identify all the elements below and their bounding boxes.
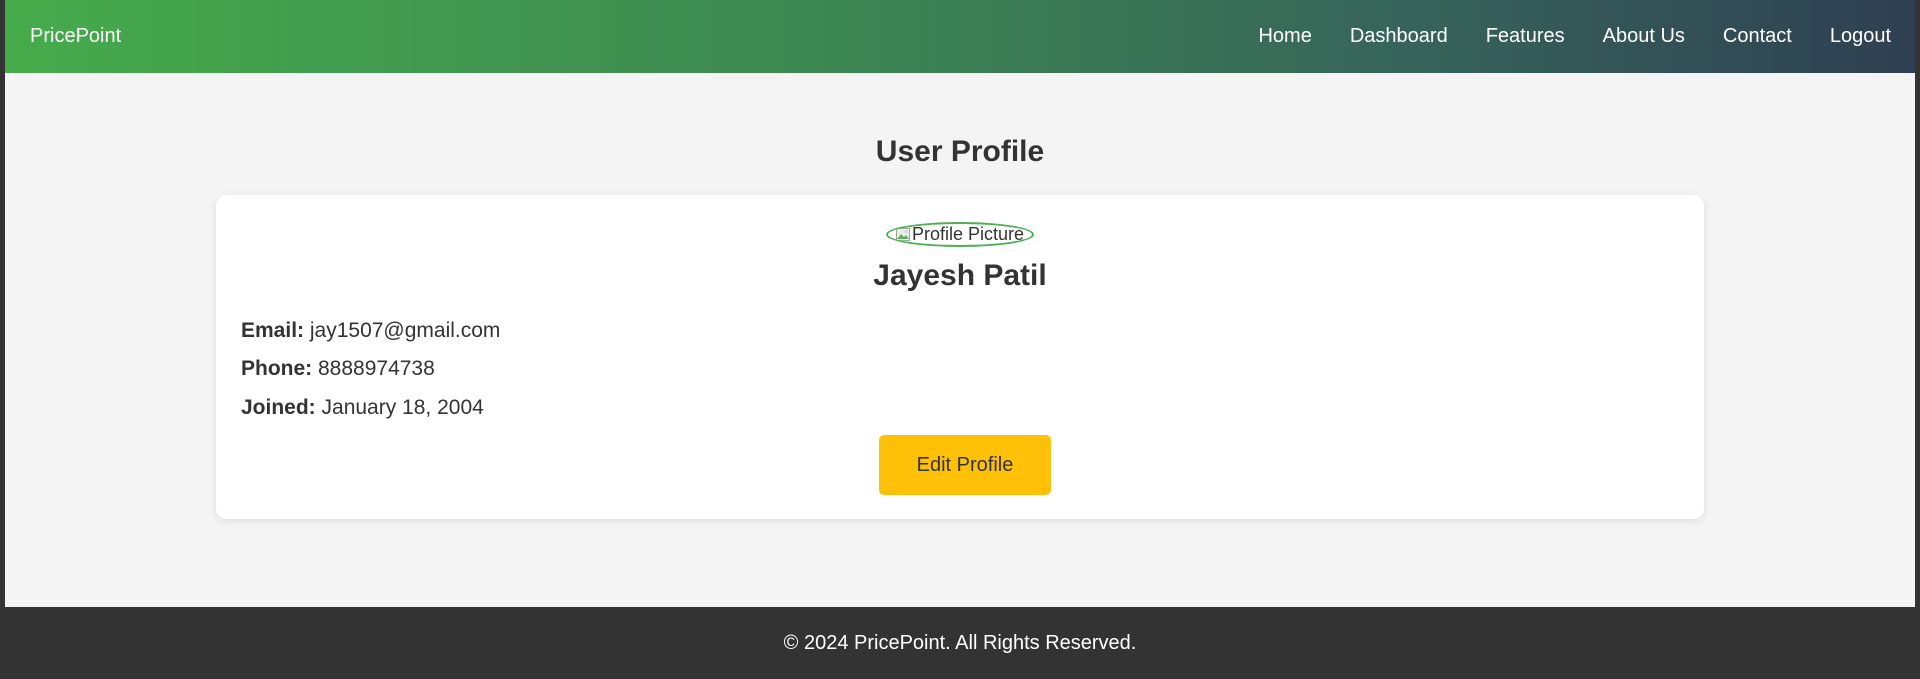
- avatar-alt-text: Profile Picture: [911, 224, 1025, 244]
- joined-value: January 18, 2004: [321, 396, 484, 419]
- footer: © 2024 PricePoint. All Rights Reserved.: [0, 607, 1920, 679]
- nav-about-link[interactable]: About Us: [1603, 25, 1685, 48]
- avatar: Profile Picture: [886, 222, 1034, 247]
- nav-features-link[interactable]: Features: [1486, 25, 1565, 48]
- email-label: Email:: [241, 319, 310, 342]
- nav-dashboard-link[interactable]: Dashboard: [1350, 25, 1448, 48]
- joined-row: Joined: January 18, 2004: [241, 396, 484, 420]
- brand-logo-link[interactable]: PricePoint: [30, 25, 121, 48]
- nav-home-link[interactable]: Home: [1258, 25, 1311, 48]
- email-row: Email: jay1507@gmail.com: [241, 319, 500, 343]
- joined-label: Joined:: [241, 396, 322, 419]
- profile-card: Profile Picture Jayesh Patil Email: jay1…: [216, 195, 1704, 519]
- footer-copyright: © 2024 PricePoint. All Rights Reserved.: [783, 631, 1137, 654]
- page-frame: PricePoint Home Dashboard Features About…: [5, 0, 1915, 679]
- edit-profile-button[interactable]: Edit Profile: [879, 435, 1051, 495]
- nav-links: Home Dashboard Features About Us Contact…: [1220, 25, 1891, 48]
- navbar: PricePoint Home Dashboard Features About…: [5, 0, 1915, 73]
- nav-logout-link[interactable]: Logout: [1830, 25, 1891, 48]
- phone-row: Phone: 8888974738: [241, 357, 435, 381]
- page-title: User Profile: [875, 135, 1045, 168]
- email-value: jay1507@gmail.com: [309, 319, 501, 342]
- phone-value: 8888974738: [318, 357, 435, 380]
- phone-label: Phone:: [241, 357, 318, 380]
- nav-contact-link[interactable]: Contact: [1723, 25, 1792, 48]
- broken-image-icon: [895, 228, 910, 241]
- user-name: Jayesh Patil: [873, 259, 1047, 292]
